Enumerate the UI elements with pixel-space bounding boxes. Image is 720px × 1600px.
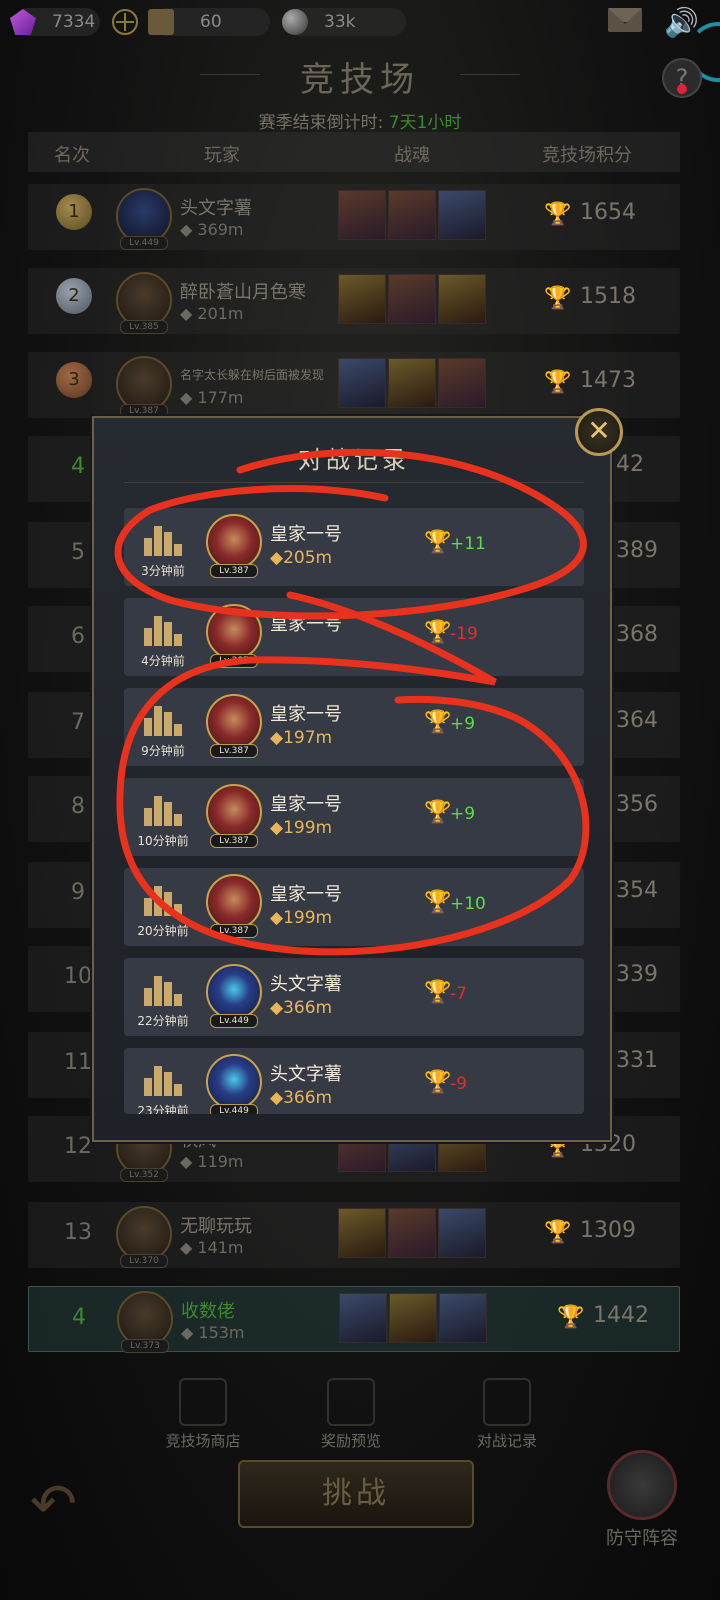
- war-soul-portrait: [439, 1293, 487, 1343]
- my-ranking-row[interactable]: 4 Lv.373 收数佬 ◆ 153m 🏆 1442: [28, 1286, 680, 1353]
- ticket-counter: 60: [148, 8, 270, 36]
- war-soul-portrait: [438, 190, 486, 240]
- opponent-avatar: [206, 964, 262, 1020]
- war-soul-portrait: [338, 274, 386, 324]
- gem-icon: [10, 9, 36, 35]
- crossed-swords-icon: [483, 1378, 531, 1426]
- stats-bars-icon: [144, 790, 182, 826]
- crossed-swords-shop-icon: [179, 1378, 227, 1426]
- stats-bars-icon: [144, 880, 182, 916]
- battle-record-item[interactable]: 4分钟前 Lv.387 皇家一号 🏆 -19: [124, 598, 584, 676]
- scroll-icon: [148, 9, 174, 35]
- opponent-avatar: [206, 694, 262, 750]
- modal-title: 对战记录: [298, 446, 410, 474]
- battle-record-button[interactable]: 对战记录: [452, 1378, 562, 1451]
- close-icon[interactable]: ✕: [575, 408, 623, 456]
- stats-bars-icon: [144, 520, 182, 556]
- battle-record-item[interactable]: 10分钟前 Lv.387 皇家一号 ◆199m 🏆 +9: [124, 778, 584, 856]
- war-soul-portrait: [388, 1208, 436, 1258]
- divider: [124, 482, 584, 483]
- gem-counter: 7334: [10, 8, 100, 36]
- defense-lineup-button[interactable]: 防守阵容: [592, 1450, 692, 1550]
- war-soul-portrait: [389, 1293, 437, 1343]
- gold-medal-icon: 1: [56, 194, 92, 230]
- opponent-avatar: [206, 604, 262, 660]
- trophy-icon: 🏆: [424, 1070, 452, 1095]
- crosshair-icon: [112, 9, 138, 35]
- war-soul-portrait: [438, 358, 486, 408]
- battle-record-item[interactable]: 20分钟前 Lv.387 皇家一号 ◆199m 🏆 +10: [124, 868, 584, 946]
- battle-record-item[interactable]: 3分钟前 Lv.387 皇家一号 ◆205m 🏆 +11: [124, 508, 584, 586]
- silver-medal-icon: 2: [56, 278, 92, 314]
- opponent-avatar: [206, 784, 262, 840]
- back-arrow-icon[interactable]: ↶: [30, 1470, 110, 1540]
- war-soul-portrait: [338, 1208, 386, 1258]
- crosshair-counter: [112, 8, 146, 36]
- coin-counter: 33k: [282, 8, 406, 36]
- trophy-icon: 🏆: [544, 202, 572, 227]
- battle-record-item[interactable]: 23分钟前 Lv.449 头文字薯 ◆366m 🏆 -9: [124, 1048, 584, 1114]
- trophy-icon: 🏆: [424, 620, 452, 645]
- ranking-row[interactable]: 3 Lv.387 名字太长躲在树后面被发现 ◆ 177m 🏆 1473: [28, 352, 680, 418]
- war-soul-portrait: [338, 358, 386, 408]
- war-soul-portrait: [388, 358, 436, 408]
- stats-bars-icon: [144, 610, 182, 646]
- opponent-avatar: [206, 1054, 262, 1110]
- orb-icon: [282, 9, 308, 35]
- resource-bar: 7334 60 33k 🔊: [0, 0, 720, 44]
- trophy-icon: 🏆: [424, 530, 452, 555]
- season-countdown: 赛季结束倒计时: 7天1小时: [258, 113, 462, 133]
- trophy-icon: 🏆: [424, 800, 452, 825]
- ranking-row[interactable]: 1 Lv.449 头文字薯 ◆ 369m 🏆 1654: [28, 184, 680, 250]
- arena-shop-button[interactable]: 竞技场商店: [148, 1378, 258, 1451]
- battle-record-item[interactable]: 9分钟前 Lv.387 皇家一号 ◆197m 🏆 +9: [124, 688, 584, 766]
- opponent-avatar: [206, 514, 262, 570]
- war-soul-portrait: [339, 1293, 387, 1343]
- column-header: 名次 玩家 战魂 竞技场积分: [28, 132, 680, 172]
- reward-preview-button[interactable]: 奖励预览: [296, 1378, 406, 1451]
- opponent-avatar: [206, 874, 262, 930]
- war-soul-portrait: [438, 274, 486, 324]
- helmet-icon: [607, 1450, 677, 1520]
- ranking-row[interactable]: 13 Lv.370 无聊玩玩 ◆ 141m 🏆 1309: [28, 1202, 680, 1268]
- trophy-icon: 🏆: [544, 370, 572, 395]
- challenge-button[interactable]: 挑战: [238, 1460, 474, 1528]
- stats-bars-icon: [144, 1060, 182, 1096]
- stats-bars-icon: [144, 700, 182, 736]
- war-soul-portrait: [388, 274, 436, 324]
- trophy-icon: 🏆: [424, 710, 452, 735]
- trophy-icon: 🏆: [424, 980, 452, 1005]
- mail-icon[interactable]: [608, 8, 642, 32]
- war-soul-portrait: [338, 190, 386, 240]
- trophy-icon: 🏆: [544, 1220, 572, 1245]
- bronze-medal-icon: 3: [56, 362, 92, 398]
- page-title: 竞技场: [300, 60, 420, 100]
- ranking-row[interactable]: 2 Lv.385 醉卧蒼山月色寒 ◆ 201m 🏆 1518: [28, 268, 680, 334]
- battle-record-item[interactable]: 22分钟前 Lv.449 头文字薯 ◆366m 🏆 -7: [124, 958, 584, 1036]
- trophy-icon: 🏆: [424, 890, 452, 915]
- trophy-icon: 🏆: [557, 1305, 585, 1330]
- war-soul-portrait: [438, 1208, 486, 1258]
- trophy-icon: 🏆: [544, 286, 572, 311]
- war-soul-portrait: [388, 190, 436, 240]
- treasure-chest-icon: [327, 1378, 375, 1426]
- stats-bars-icon: [144, 970, 182, 1006]
